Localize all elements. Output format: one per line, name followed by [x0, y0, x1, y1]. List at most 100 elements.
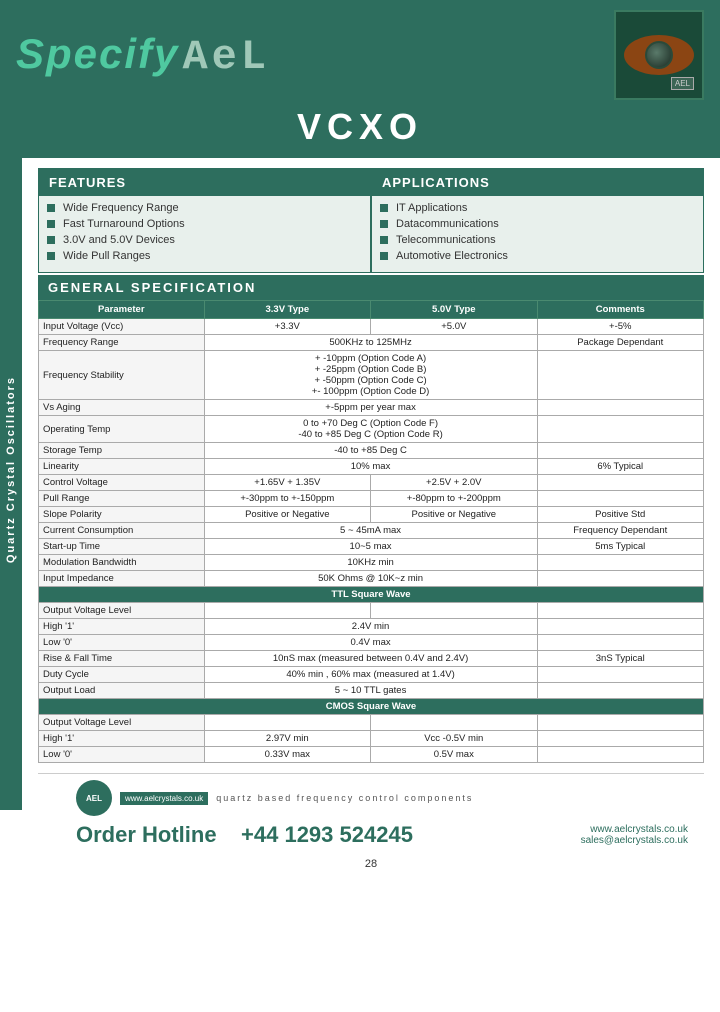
list-item: Telecommunications [380, 234, 695, 246]
footer-logo: AEL [76, 780, 112, 816]
param-cell: Control Voltage [39, 475, 205, 491]
bullet-icon [380, 220, 388, 228]
val-comment [537, 443, 704, 459]
val-merged: 0 to +70 Deg C (Option Code F) -40 to +8… [204, 416, 537, 443]
list-item: IT Applications [380, 202, 695, 214]
table-row: Output Voltage Level [39, 715, 704, 731]
table-row: Input Voltage (Vcc) +3.3V +5.0V +-5% [39, 319, 704, 335]
eye-pupil [645, 41, 673, 69]
table-row: Duty Cycle 40% min , 60% max (measured a… [39, 667, 704, 683]
val-33v: +-30ppm to +-150ppm [204, 491, 370, 507]
table-row: Low '0' 0.33V max 0.5V max [39, 747, 704, 763]
app-text: IT Applications [396, 202, 467, 214]
footer-right: www.aelcrystals.co.uk sales@aelcrystals.… [581, 824, 688, 846]
val-comment: 6% Typical [537, 459, 704, 475]
val-33v: +1.65V + 1.35V [204, 475, 370, 491]
val-merged: 2.4V min [204, 619, 537, 635]
order-hotline-section: Order Hotline +44 1293 524245 [76, 822, 413, 848]
header-logo: Specify AeL [16, 30, 270, 81]
table-row: Current Consumption 5 ~ 45mA max Frequen… [39, 523, 704, 539]
val-comment [537, 731, 704, 747]
val-comment: 5ms Typical [537, 539, 704, 555]
features-column: FEATURES Wide Frequency Range Fast Turna… [39, 169, 370, 272]
list-item: Fast Turnaround Options [47, 218, 362, 230]
val-50v: +-80ppm to +-200ppm [371, 491, 537, 507]
val-merged: 5 ~ 45mA max [204, 523, 537, 539]
footer-bottom: Order Hotline +44 1293 524245 www.aelcry… [76, 822, 688, 848]
param-cell: Rise & Fall Time [39, 651, 205, 667]
val-33v: 2.97V min [204, 731, 370, 747]
param-cell: Input Impedance [39, 571, 205, 587]
app-text: Datacommunications [396, 218, 499, 230]
table-row: Storage Temp -40 to +85 Deg C [39, 443, 704, 459]
table-row: Output Load 5 ~ 10 TTL gates [39, 683, 704, 699]
val-50v [371, 603, 537, 619]
val-merged: 50K Ohms @ 10K~z min [204, 571, 537, 587]
app-text: Telecommunications [396, 234, 496, 246]
param-cell: Low '0' [39, 635, 205, 651]
param-cell: Pull Range [39, 491, 205, 507]
col-parameter: Parameter [39, 301, 205, 319]
list-item: Datacommunications [380, 218, 695, 230]
val-comment [537, 400, 704, 416]
val-33v: Positive or Negative [204, 507, 370, 523]
param-cell: Output Voltage Level [39, 603, 205, 619]
val-comment [537, 603, 704, 619]
val-comment [537, 571, 704, 587]
footer: AEL www.aelcrystals.co.uk quartz based f… [38, 773, 704, 854]
val-comment: Positive Std [537, 507, 704, 523]
app-text: Automotive Electronics [396, 250, 508, 262]
order-label: Order Hotline [76, 822, 217, 847]
side-label: Quartz Crystal Oscillators [0, 130, 22, 810]
page-number: 28 [38, 854, 704, 874]
features-header: FEATURES [39, 169, 370, 196]
list-item: 3.0V and 5.0V Devices [47, 234, 362, 246]
param-cell: Modulation Bandwidth [39, 555, 205, 571]
footer-badge-area: www.aelcrystals.co.uk [120, 792, 208, 805]
ttl-section-row: TTL Square Wave [39, 587, 704, 603]
cmos-section-row: CMOS Square Wave [39, 699, 704, 715]
table-row: Control Voltage +1.65V + 1.35V +2.5V + 2… [39, 475, 704, 491]
footer-top: AEL www.aelcrystals.co.uk quartz based f… [76, 780, 688, 816]
page-title: VCXO [0, 106, 720, 148]
col-comments: Comments [537, 301, 704, 319]
bullet-icon [380, 204, 388, 212]
bullet-icon [47, 236, 55, 244]
table-row: Vs Aging +-5ppm per year max [39, 400, 704, 416]
val-50v: +5.0V [371, 319, 537, 335]
section-label: CMOS Square Wave [39, 699, 704, 715]
val-50v: Vcc -0.5V min [371, 731, 537, 747]
val-comment: 3nS Typical [537, 651, 704, 667]
val-comment: Frequency Dependant [537, 523, 704, 539]
val-comment [537, 715, 704, 731]
val-merged: 10nS max (measured between 0.4V and 2.4V… [204, 651, 537, 667]
val-merged: 10~5 max [204, 539, 537, 555]
table-row: Slope Polarity Positive or Negative Posi… [39, 507, 704, 523]
bullet-icon [47, 220, 55, 228]
val-merged: 5 ~ 10 TTL gates [204, 683, 537, 699]
val-merged: 40% min , 60% max (measured at 1.4V) [204, 667, 537, 683]
param-cell: Low '0' [39, 747, 205, 763]
table-row: Rise & Fall Time 10nS max (measured betw… [39, 651, 704, 667]
table-row: High '1' 2.4V min [39, 619, 704, 635]
feature-text: Fast Turnaround Options [63, 218, 185, 230]
specify-text: Specify [16, 30, 179, 77]
feature-text: Wide Frequency Range [63, 202, 179, 214]
list-item: Wide Frequency Range [47, 202, 362, 214]
param-cell: Linearity [39, 459, 205, 475]
feature-text: Wide Pull Ranges [63, 250, 150, 262]
param-cell: Storage Temp [39, 443, 205, 459]
param-cell: Output Voltage Level [39, 715, 205, 731]
list-item: Wide Pull Ranges [47, 250, 362, 262]
footer-logo-text: AEL [86, 794, 102, 803]
val-comment [537, 555, 704, 571]
val-33v: 0.33V max [204, 747, 370, 763]
col-50v: 5.0V Type [371, 301, 537, 319]
val-comment: +-5% [537, 319, 704, 335]
val-comment [537, 683, 704, 699]
table-row: Input Impedance 50K Ohms @ 10K~z min [39, 571, 704, 587]
table-row: Modulation Bandwidth 10KHz min [39, 555, 704, 571]
val-50v: 0.5V max [371, 747, 537, 763]
applications-header: APPLICATIONS [372, 169, 703, 196]
val-33v: +3.3V [204, 319, 370, 335]
